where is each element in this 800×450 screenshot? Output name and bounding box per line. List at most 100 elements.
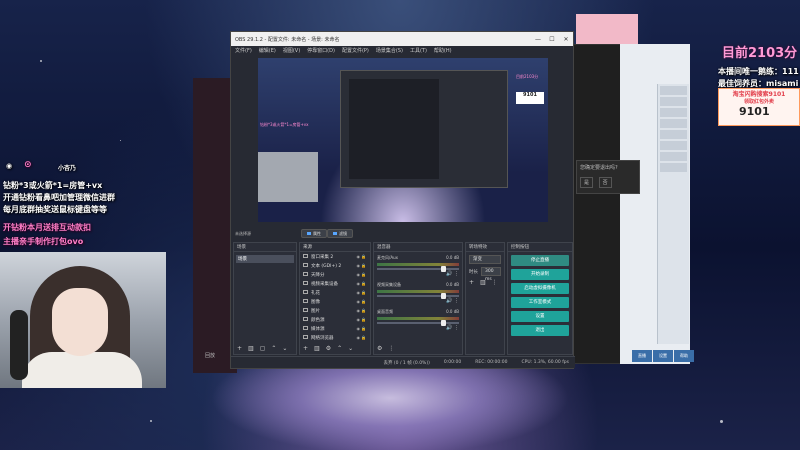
dialog-text: 您确定要退出吗? (580, 165, 618, 171)
menu-view[interactable]: 视图(V) (283, 47, 300, 54)
side-list-panel (657, 84, 689, 344)
cpu-fps: CPU: 1.3%, 60.00 fps (521, 360, 570, 365)
window-icon (303, 253, 308, 258)
sources-title: 来源 (300, 243, 370, 252)
up-icon[interactable]: ⌃ (337, 345, 342, 352)
down-icon[interactable]: ⌄ (282, 345, 287, 352)
studio-mode-button[interactable]: 工作室模式 (511, 297, 569, 308)
menu-edit[interactable]: 编辑(E) (259, 47, 276, 54)
duration-input[interactable]: 300 ms (481, 267, 501, 282)
filters-button[interactable]: 滤镜 (327, 229, 353, 238)
menu-file[interactable]: 文件(F) (235, 47, 252, 54)
volume-slider[interactable] (377, 293, 459, 299)
add-icon[interactable]: + (303, 345, 308, 352)
obs-menubar: 文件(F) 编辑(E) 视图(V) 停靠窗口(D) 配置文件(P) 场景集合(S… (231, 46, 573, 55)
menu-scene-collection[interactable]: 场景集合(S) (376, 47, 403, 54)
volume-slider[interactable] (377, 320, 459, 326)
close-icon[interactable]: ✕ (559, 36, 573, 43)
source-item[interactable]: 图像 ◉🔒 (300, 297, 370, 306)
trash-icon[interactable]: ▥ (480, 279, 486, 286)
preview-webcam (258, 152, 318, 202)
more-icon[interactable]: ⋮ (454, 325, 459, 331)
square-icon[interactable]: ▢ (260, 345, 266, 352)
controls-title: 控制按钮 (508, 243, 572, 252)
duration-label: 时长 (469, 269, 478, 275)
overlay-line-5: 主播亲手制作打包ovo (3, 237, 84, 246)
source-item[interactable]: 礼花 ◉🔒 (300, 288, 370, 297)
source-item[interactable]: 媒体源 ◉🔒 (300, 324, 370, 333)
exit-button[interactable]: 退出 (511, 325, 569, 336)
more-icon[interactable]: ⋮ (454, 298, 459, 304)
more-icon[interactable]: ⋮ (492, 279, 498, 286)
live-time: 0:00:00 (443, 360, 462, 365)
source-item[interactable]: 文本 (GDI+) 2 ◉🔒 (300, 261, 370, 270)
rec-time: REC: 00:00:00 (475, 360, 508, 365)
transitions-dock: 转场特效 渐变 时长 300 ms + ▥ ⋮ (465, 242, 505, 355)
virtual-camera-button[interactable]: 启动虚拟摄像机 (511, 283, 569, 294)
settings-button[interactable]: 设置 (511, 311, 569, 322)
transition-select[interactable]: 渐变 (469, 255, 501, 264)
properties-button[interactable]: 属性 (301, 229, 327, 238)
source-item[interactable]: 图片 ◉🔒 (300, 306, 370, 315)
obs-preview[interactable]: 钻粉*3或火箭*1=房管+vx 目前2103分 9101 (258, 58, 548, 222)
promo-subtitle: 领取红包外卖 (743, 99, 774, 105)
scenes-dock: 场景 场景 + ▥ ▢ ⌃ ⌄ (233, 242, 297, 355)
obs-title: OBS 29.1.2 - 配置文件: 未命名 - 场景: 未命名 (235, 36, 340, 43)
side-help-button[interactable]: 帮助 (674, 350, 694, 362)
down-icon[interactable]: ⌄ (348, 345, 353, 352)
more-icon[interactable]: ⋮ (388, 345, 394, 352)
side-settings-button[interactable]: 设置 (653, 350, 673, 362)
gear-icon[interactable]: ⚙ (326, 345, 331, 352)
volume-meter (377, 263, 459, 266)
overlay-line-2: 开通钻粉看鼻吧加管理微信进群 (3, 193, 115, 202)
source-item[interactable]: 窗口采集 2 ◉🔒 (300, 252, 370, 261)
speaker-icon[interactable]: 🔊 (446, 298, 452, 304)
menu-tools[interactable]: 工具(T) (410, 47, 427, 54)
menu-docks[interactable]: 停靠窗口(D) (307, 47, 335, 54)
maximize-icon[interactable]: ☐ (545, 36, 559, 43)
speaker-icon[interactable]: 🔊 (446, 271, 452, 277)
menu-help[interactable]: 帮助(H) (434, 47, 452, 54)
image-icon (303, 271, 308, 276)
transitions-title: 转场特效 (466, 243, 504, 252)
up-icon[interactable]: ⌃ (271, 345, 276, 352)
add-icon[interactable]: + (469, 279, 474, 286)
volume-slider[interactable] (377, 266, 459, 272)
eye-icon: ◉ (6, 162, 13, 170)
mixer-channel: 桌面音频 0.0 dB 🔊 ⋮ (377, 309, 459, 331)
gear-icon[interactable]: ⚙ (377, 345, 382, 352)
gear-icon (307, 232, 311, 235)
webcam-feed (0, 252, 166, 388)
side-live-button[interactable]: 直播 (632, 350, 652, 362)
preview-overlay-text: 钻粉*3或火箭*1=房管+vx (260, 122, 309, 127)
source-item[interactable]: 天降分 ◉🔒 (300, 270, 370, 279)
globe-icon (303, 334, 308, 339)
source-item[interactable]: 视频采集设备 ◉🔒 (300, 279, 370, 288)
trash-icon[interactable]: ▥ (314, 345, 320, 352)
speaker-icon[interactable]: 🔊 (446, 325, 452, 331)
trash-icon[interactable]: ▥ (248, 345, 254, 352)
mixer-channel: 视频采集设备 0.0 dB 🔊 ⋮ (377, 282, 459, 304)
source-item[interactable]: 网络浏览器 ◉🔒 (300, 333, 370, 342)
obs-titlebar: OBS 29.1.2 - 配置文件: 未命名 - 场景: 未命名 — ☐ ✕ (231, 32, 573, 46)
minimize-icon[interactable]: — (531, 36, 545, 43)
source-item[interactable]: 颜色源 ◉🔒 (300, 315, 370, 324)
start-recording-button[interactable]: 开始录制 (511, 269, 569, 280)
dialog-no-button[interactable]: 否 (598, 177, 612, 188)
overlay-top-line: 本播间唯一鹅练：111 (718, 67, 799, 76)
nested-obs-preview (340, 70, 508, 188)
dialog-yes-button[interactable]: 是 (580, 177, 594, 188)
camera-icon (303, 280, 308, 285)
filter-icon (333, 232, 337, 235)
menu-profile[interactable]: 配置文件(P) (342, 47, 369, 54)
promo-title: 淘宝闪购搜索9101 (732, 91, 786, 98)
more-icon[interactable]: ⋮ (454, 271, 459, 277)
star (150, 420, 152, 422)
image-icon (303, 289, 308, 294)
scene-item[interactable]: 场景 (236, 255, 294, 263)
score-counter: 目前2103分 (722, 46, 798, 61)
add-icon[interactable]: + (237, 345, 242, 352)
stop-streaming-button[interactable]: 停止直播 (511, 255, 569, 266)
media-icon (303, 325, 308, 330)
no-source-label: 未选择源 (235, 231, 251, 236)
